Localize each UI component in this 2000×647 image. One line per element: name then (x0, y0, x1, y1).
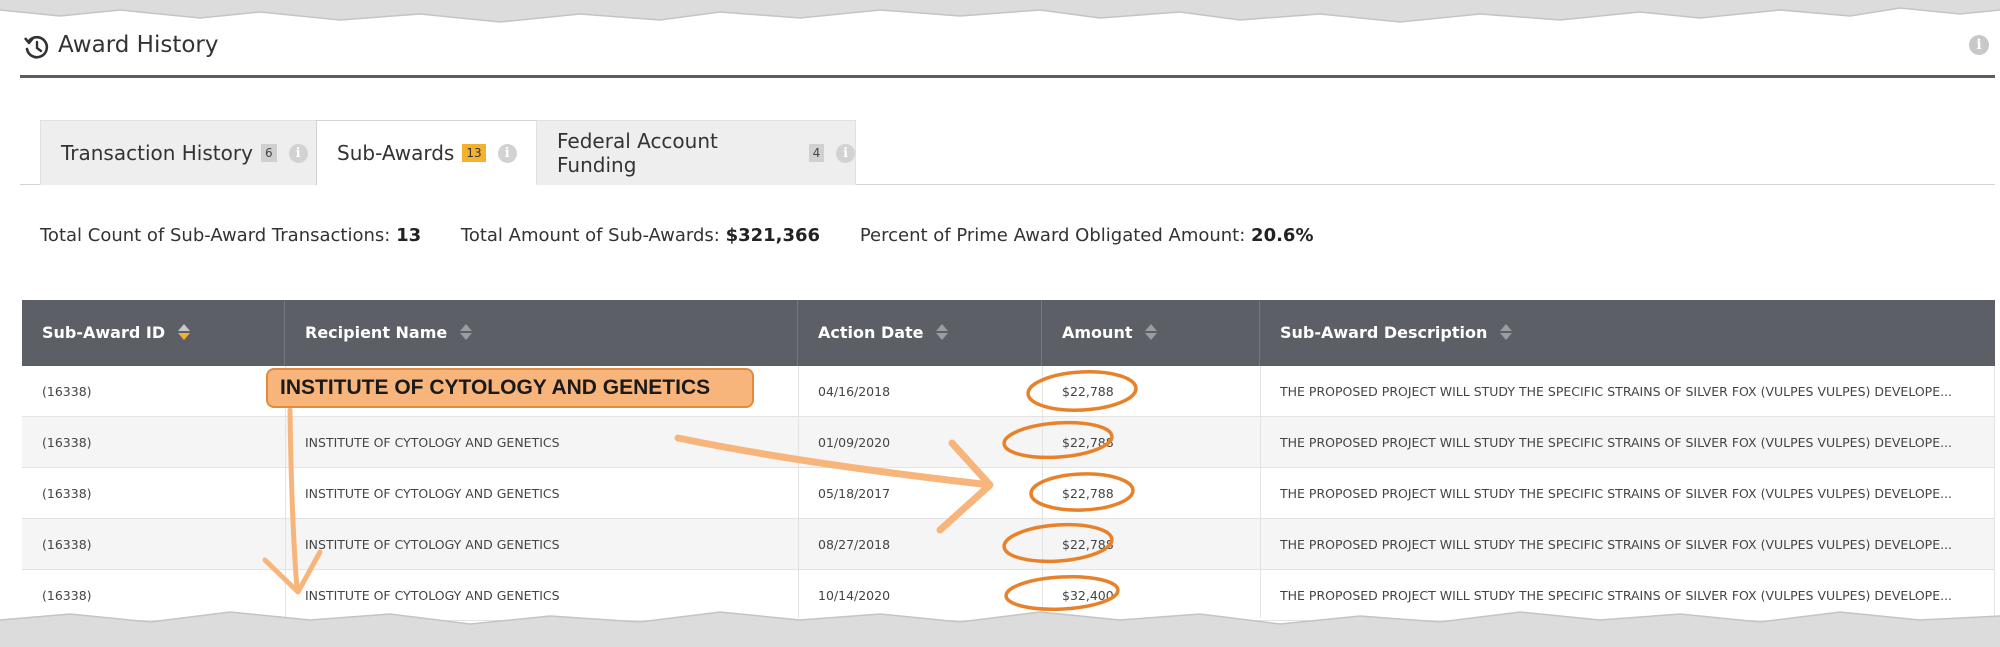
info-icon[interactable]: i (288, 143, 308, 163)
column-header-recipient-name[interactable]: Recipient Name (285, 300, 798, 366)
info-icon[interactable]: i (497, 143, 517, 163)
description-cell: THE PROPOSED PROJECT WILL STUDY THE SPEC… (1280, 435, 1953, 450)
page-title: Award History (58, 32, 219, 58)
info-icon[interactable]: i (1969, 35, 1989, 55)
amount-cell: $22,788 (1062, 486, 1114, 501)
column-header-sub-award-id[interactable]: Sub-Award ID (22, 300, 285, 366)
torn-paper-top-edge (0, 0, 2000, 23)
sub-award-id-cell[interactable]: (16338) (22, 519, 285, 570)
amount-cell: $22,788 (1062, 384, 1114, 399)
tab-count-badge: 6 (260, 144, 277, 162)
amount-cell: $22,788 (1062, 435, 1114, 450)
action-date-cell: 05/18/2017 (818, 486, 891, 501)
table-row[interactable]: (16338) INSTITUTE OF CYTOLOGY AND GENETI… (22, 468, 1995, 519)
column-divider (1260, 366, 1261, 618)
action-date-cell: 01/09/2020 (818, 435, 891, 450)
tab-label: Transaction History (61, 141, 253, 165)
sub-award-id-cell[interactable]: (16338) (22, 366, 285, 417)
total-amount-value: $321,366 (725, 225, 821, 246)
tab-count-badge: 13 (462, 144, 486, 162)
history-icon (23, 35, 49, 59)
info-icon[interactable]: i (836, 143, 855, 163)
table-row[interactable]: (16338) INSTITUTE OF CYTOLOGY AND GENETI… (22, 519, 1995, 570)
tab-sub-awards[interactable]: Sub-Awards 13 i (316, 120, 555, 186)
tab-transaction-history[interactable]: Transaction History 6 i (40, 120, 318, 185)
award-history-header: Award History i (20, 28, 1995, 78)
tab-federal-account-funding[interactable]: Federal Account Funding 4 i (536, 120, 856, 185)
total-count-summary: Total Count of Sub-Award Transactions: 1… (40, 225, 422, 246)
column-header-sub-award-description[interactable]: Sub-Award Description (1260, 300, 1995, 366)
sort-icon[interactable] (1499, 323, 1513, 341)
sub-award-id-cell[interactable]: (16338) (22, 468, 285, 519)
recipient-name-cell[interactable]: INSTITUTE OF CYTOLOGY AND GENETICS (285, 468, 798, 519)
percent-obligated-summary: Percent of Prime Award Obligated Amount:… (859, 225, 1314, 246)
award-tabs: Transaction History 6 i Sub-Awards 13 i … (20, 120, 1995, 186)
description-cell: THE PROPOSED PROJECT WILL STUDY THE SPEC… (1280, 384, 1953, 399)
torn-paper-bottom-edge (0, 611, 2000, 647)
column-divider (798, 366, 799, 618)
description-cell: THE PROPOSED PROJECT WILL STUDY THE SPEC… (1280, 486, 1953, 501)
sort-icon[interactable] (935, 323, 949, 341)
total-amount-summary: Total Amount of Sub-Awards: $321,366 (460, 225, 821, 246)
sort-icon[interactable] (459, 323, 473, 341)
annotation-callout: INSTITUTE OF CYTOLOGY AND GENETICS (266, 368, 754, 408)
column-header-action-date[interactable]: Action Date (798, 300, 1042, 366)
amount-cell: $22,788 (1062, 537, 1114, 552)
column-header-amount[interactable]: Amount (1042, 300, 1260, 366)
table-header: Sub-Award ID Recipient Name Action Date … (22, 300, 1995, 366)
sort-icon[interactable] (1144, 323, 1158, 341)
tab-label: Federal Account Funding (557, 129, 718, 177)
description-cell: THE PROPOSED PROJECT WILL STUDY THE SPEC… (1280, 537, 1953, 552)
column-divider (1994, 366, 1995, 618)
column-divider (1042, 366, 1043, 618)
total-count-value: 13 (396, 225, 422, 246)
action-date-cell: 04/16/2018 (818, 384, 891, 399)
recipient-name-cell[interactable]: INSTITUTE OF CYTOLOGY AND GENETICS (285, 519, 798, 570)
tab-count-badge: 4 (808, 144, 825, 162)
percent-obligated-value: 20.6% (1251, 225, 1314, 246)
tab-label: Sub-Awards (337, 141, 455, 165)
sub-award-id-cell[interactable]: (16338) (22, 417, 285, 468)
recipient-name-cell[interactable]: INSTITUTE OF CYTOLOGY AND GENETICS (285, 417, 798, 468)
action-date-cell: 08/27/2018 (818, 537, 891, 552)
sort-active-icon[interactable] (177, 323, 191, 341)
sub-award-summary: Total Count of Sub-Award Transactions: 1… (40, 225, 1348, 246)
table-row[interactable]: (16338) INSTITUTE OF CYTOLOGY AND GENETI… (22, 417, 1995, 468)
